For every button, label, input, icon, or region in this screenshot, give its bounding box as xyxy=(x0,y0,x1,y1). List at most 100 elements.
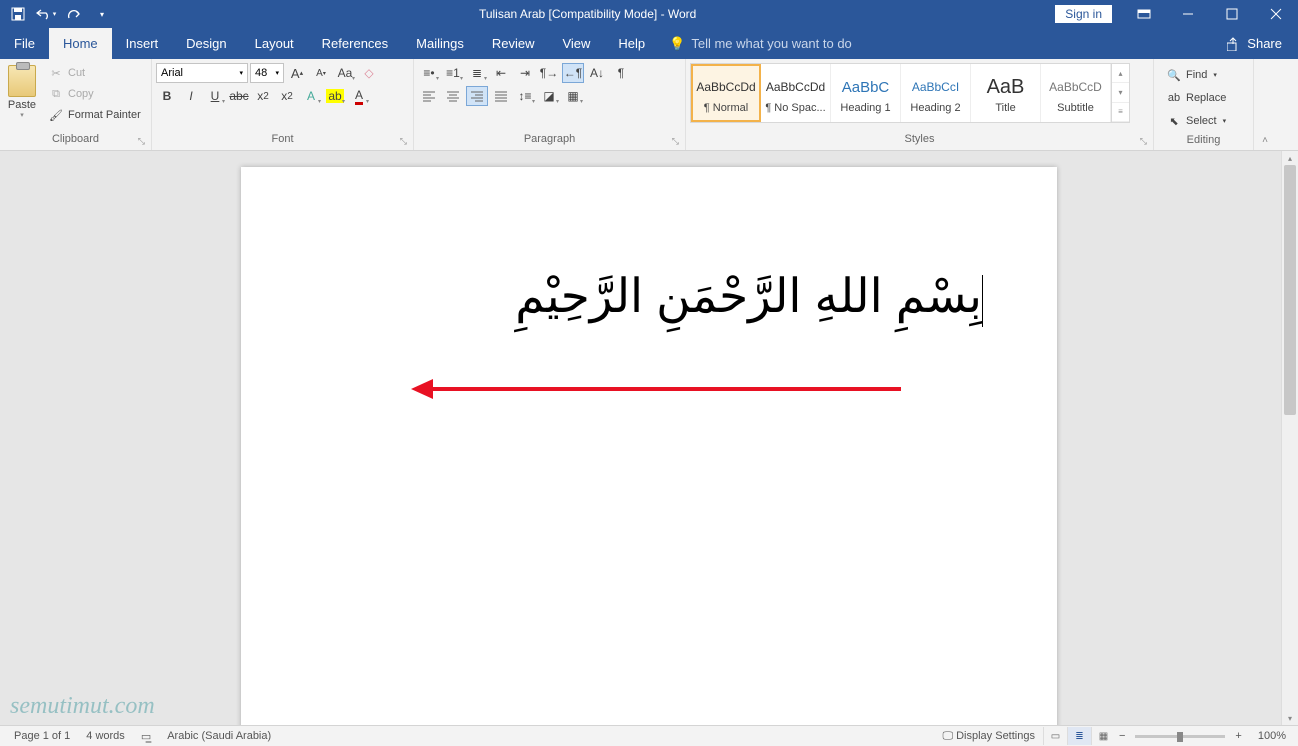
strikethrough-button[interactable]: abc xyxy=(228,86,250,106)
font-launcher[interactable]: ⤡ xyxy=(400,134,407,148)
numbering-button[interactable]: ≡1▾ xyxy=(442,63,464,83)
scroll-down-button[interactable]: ▾ xyxy=(1282,711,1298,725)
italic-button[interactable]: I xyxy=(180,86,202,106)
decrease-indent-button[interactable]: ⇤ xyxy=(490,63,512,83)
styles-launcher[interactable]: ⤡ xyxy=(1140,134,1147,148)
save-button[interactable] xyxy=(6,2,30,26)
align-right-button[interactable] xyxy=(466,86,488,106)
styles-scroll-up[interactable]: ▴ xyxy=(1112,64,1129,83)
tab-design[interactable]: Design xyxy=(172,28,240,59)
status-language[interactable]: Arabic (Saudi Arabia) xyxy=(159,730,279,742)
find-button[interactable]: 🔍Find▾ xyxy=(1162,65,1230,85)
replace-button[interactable]: abReplace xyxy=(1162,88,1230,108)
select-button[interactable]: ⬉Select▾ xyxy=(1162,111,1230,131)
tell-me-search[interactable]: 💡 xyxy=(659,28,961,59)
tab-references[interactable]: References xyxy=(308,28,402,59)
align-center-button[interactable] xyxy=(442,86,464,106)
bullets-button[interactable]: ≡•▾ xyxy=(418,63,440,83)
styles-expand[interactable]: ≡ xyxy=(1112,103,1129,122)
superscript-button[interactable]: x2 xyxy=(276,86,298,106)
display-settings-button[interactable]: 🖵 Display Settings xyxy=(934,730,1043,743)
borders-button[interactable]: ▦▾ xyxy=(562,86,584,106)
ribbon: Paste ▾ ✂Cut ⧉Copy 🖌Format Painter Clipb… xyxy=(0,59,1298,151)
collapse-ribbon-button[interactable]: ˄ xyxy=(1254,59,1276,150)
line-spacing-button[interactable]: ↕≡▾ xyxy=(514,86,536,106)
scroll-thumb[interactable] xyxy=(1284,165,1296,415)
vertical-scrollbar[interactable]: ▴ ▾ xyxy=(1281,151,1298,725)
clear-formatting-button[interactable]: ◇ xyxy=(358,63,380,83)
shading-button[interactable]: ◪▾ xyxy=(538,86,560,106)
scroll-up-button[interactable]: ▴ xyxy=(1282,151,1298,165)
grow-font-button[interactable]: A▴ xyxy=(286,63,308,83)
status-words[interactable]: 4 words xyxy=(78,730,133,742)
zoom-thumb[interactable] xyxy=(1177,732,1183,742)
paste-button[interactable]: Paste ▾ xyxy=(4,63,40,129)
multilevel-list-button[interactable]: ≣▾ xyxy=(466,63,488,83)
paragraph-launcher[interactable]: ⤡ xyxy=(672,134,679,148)
paragraph-group-label: Paragraph xyxy=(524,133,575,145)
style-normal[interactable]: AaBbCcDd¶ Normal xyxy=(691,64,761,122)
qat-customize[interactable]: ▾ xyxy=(90,2,114,26)
tab-help[interactable]: Help xyxy=(604,28,659,59)
ltr-button[interactable]: ¶→ xyxy=(538,63,560,83)
tab-view[interactable]: View xyxy=(548,28,604,59)
cut-button[interactable]: ✂Cut xyxy=(44,63,145,83)
style-title[interactable]: AaBTitle xyxy=(971,64,1041,122)
redo-button[interactable] xyxy=(62,2,86,26)
zoom-in-button[interactable]: + xyxy=(1231,730,1245,742)
style-subtitle[interactable]: AaBbCcDSubtitle xyxy=(1041,64,1111,122)
cursor-icon: ⬉ xyxy=(1166,113,1182,129)
style-heading-2[interactable]: AaBbCcIHeading 2 xyxy=(901,64,971,122)
underline-button[interactable]: U▾ xyxy=(204,86,226,106)
share-label: Share xyxy=(1247,36,1282,51)
clipboard-launcher[interactable]: ⤡ xyxy=(138,134,145,148)
rtl-button[interactable]: ←¶ xyxy=(562,63,584,83)
bold-button[interactable]: B xyxy=(156,86,178,106)
view-print-layout[interactable]: ≣ xyxy=(1067,727,1091,745)
share-button[interactable]: Share xyxy=(1211,28,1298,59)
zoom-level[interactable]: 100% xyxy=(1252,730,1292,742)
style-heading-1[interactable]: AaBbCHeading 1 xyxy=(831,64,901,122)
font-size-combo[interactable]: 48▾ xyxy=(250,63,284,83)
minimize-button[interactable] xyxy=(1166,0,1210,28)
maximize-button[interactable] xyxy=(1210,0,1254,28)
tab-insert[interactable]: Insert xyxy=(112,28,173,59)
view-read-mode[interactable]: ▭ xyxy=(1043,727,1067,745)
justify-button[interactable] xyxy=(490,86,512,106)
tab-mailings[interactable]: Mailings xyxy=(402,28,478,59)
change-case-button[interactable]: Aa▾ xyxy=(334,63,356,83)
tab-home[interactable]: Home xyxy=(49,28,112,59)
arrow-head-icon xyxy=(411,379,433,399)
show-marks-button[interactable]: ¶ xyxy=(610,63,632,83)
tab-review[interactable]: Review xyxy=(478,28,549,59)
styles-scroll-down[interactable]: ▾ xyxy=(1112,83,1129,102)
copy-button[interactable]: ⧉Copy xyxy=(44,84,145,104)
increase-indent-button[interactable]: ⇥ xyxy=(514,63,536,83)
status-bar: Page 1 of 1 4 words ▭̲ Arabic (Saudi Ara… xyxy=(0,725,1298,746)
undo-button[interactable]: ▾ xyxy=(34,2,58,26)
zoom-out-button[interactable]: − xyxy=(1115,730,1129,742)
style-no-spacing[interactable]: AaBbCcDd¶ No Spac... xyxy=(761,64,831,122)
shrink-font-button[interactable]: A▾ xyxy=(310,63,332,83)
zoom-slider[interactable] xyxy=(1135,735,1225,738)
subscript-button[interactable]: x2 xyxy=(252,86,274,106)
align-left-button[interactable] xyxy=(418,86,440,106)
font-color-button[interactable]: A▾ xyxy=(348,86,370,106)
text-effects-button[interactable]: A▾ xyxy=(300,86,322,106)
status-spellcheck[interactable]: ▭̲ xyxy=(133,730,159,743)
view-web-layout[interactable]: ▦ xyxy=(1091,727,1115,745)
tell-me-input[interactable] xyxy=(691,36,951,51)
status-page[interactable]: Page 1 of 1 xyxy=(6,730,78,742)
tab-file[interactable]: File xyxy=(0,28,49,59)
close-button[interactable] xyxy=(1254,0,1298,28)
highlight-button[interactable]: ab▾ xyxy=(324,86,346,106)
title-bar: ▾ ▾ Tulisan Arab [Compatibility Mode] - … xyxy=(0,0,1298,28)
document-page[interactable]: بِسْمِ اللهِ الرَّحْمَنِ الرَّحِيْمِ xyxy=(241,167,1057,725)
document-text[interactable]: بِسْمِ اللهِ الرَّحْمَنِ الرَّحِيْمِ xyxy=(313,263,985,331)
ribbon-display-options[interactable] xyxy=(1122,0,1166,28)
sign-in-button[interactable]: Sign in xyxy=(1055,5,1112,23)
font-name-combo[interactable]: Arial▾ xyxy=(156,63,248,83)
tab-layout[interactable]: Layout xyxy=(241,28,308,59)
sort-button[interactable]: A↓ xyxy=(586,63,608,83)
format-painter-button[interactable]: 🖌Format Painter xyxy=(44,105,145,125)
